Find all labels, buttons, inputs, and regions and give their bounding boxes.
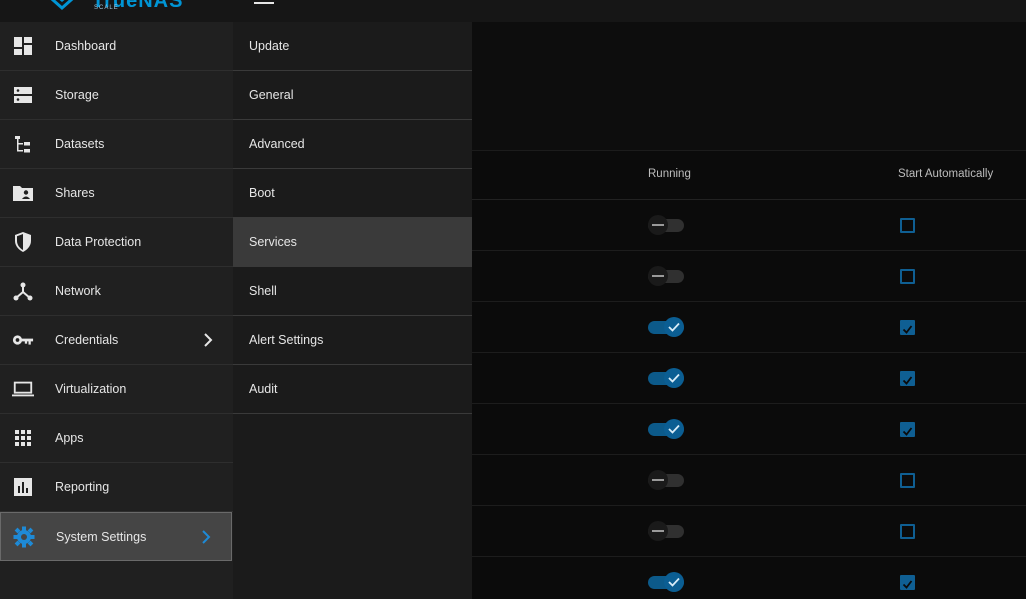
running-toggle[interactable]	[648, 418, 686, 440]
submenu-item-services[interactable]: Services	[233, 218, 472, 267]
services-table-header: Running Start Automatically	[472, 152, 1026, 200]
minus-icon	[652, 224, 664, 226]
start-automatically-checkbox[interactable]	[900, 422, 915, 437]
top-bar: TrueNAS SCALE	[0, 0, 1026, 22]
storage-icon	[12, 84, 34, 106]
key-icon	[12, 329, 34, 351]
table-row	[472, 200, 1026, 251]
hamburger-icon[interactable]	[254, 0, 274, 10]
submenu-item-audit[interactable]: Audit	[233, 365, 472, 414]
logo-subtitle: SCALE	[94, 5, 119, 11]
start-automatically-checkbox[interactable]	[900, 524, 915, 539]
table-row	[472, 251, 1026, 302]
start-automatically-checkbox[interactable]	[900, 320, 915, 335]
table-row	[472, 404, 1026, 455]
check-icon	[902, 325, 913, 334]
running-toggle[interactable]	[648, 367, 686, 389]
sidebar-item-dashboard[interactable]: Dashboard	[0, 22, 233, 71]
submenu-item-label: Shell	[249, 284, 277, 298]
minus-icon	[652, 530, 664, 532]
system-settings-submenu: Update General Advanced Boot Services Sh…	[233, 22, 472, 599]
minus-icon	[652, 479, 664, 481]
chevron-right-icon	[202, 529, 211, 544]
sidebar-item-virtualization[interactable]: Virtualization	[0, 365, 233, 414]
content-header-area	[472, 22, 1026, 151]
sidebar-item-data-protection[interactable]: Data Protection	[0, 218, 233, 267]
submenu-item-general[interactable]: General	[233, 71, 472, 120]
sidebar-item-label: Network	[55, 284, 101, 298]
main-sidebar: Dashboard Storage Datasets Shares Data P…	[0, 22, 233, 599]
check-icon	[902, 427, 913, 436]
table-row	[472, 353, 1026, 404]
submenu-item-label: Services	[249, 235, 297, 249]
running-toggle[interactable]	[648, 520, 686, 542]
apps-grid-icon	[12, 427, 34, 449]
sidebar-item-label: Data Protection	[55, 235, 142, 249]
sidebar-item-label: Datasets	[55, 137, 105, 151]
sidebar-item-storage[interactable]: Storage	[0, 71, 233, 120]
check-icon	[668, 577, 680, 587]
check-icon	[902, 376, 913, 385]
column-header-start-automatically: Start Automatically	[898, 168, 994, 180]
running-toggle[interactable]	[648, 214, 686, 236]
start-automatically-checkbox[interactable]	[900, 371, 915, 386]
reporting-icon	[12, 476, 34, 498]
sidebar-item-label: Shares	[55, 186, 95, 200]
start-automatically-checkbox[interactable]	[900, 269, 915, 284]
sidebar-item-label: Dashboard	[55, 39, 117, 53]
table-row	[472, 506, 1026, 557]
submenu-item-update[interactable]: Update	[233, 22, 472, 71]
table-row	[472, 455, 1026, 506]
submenu-item-label: Boot	[249, 186, 275, 200]
sidebar-item-label: Apps	[55, 431, 84, 445]
chevron-right-icon	[204, 333, 213, 347]
sidebar-item-apps[interactable]: Apps	[0, 414, 233, 463]
sidebar-item-label: System Settings	[56, 529, 147, 544]
sidebar-item-system-settings[interactable]: System Settings	[0, 512, 232, 561]
submenu-item-label: Audit	[249, 382, 278, 396]
sidebar-item-datasets[interactable]: Datasets	[0, 120, 233, 169]
running-toggle[interactable]	[648, 316, 686, 338]
sidebar-item-credentials[interactable]: Credentials	[0, 316, 233, 365]
submenu-item-alert-settings[interactable]: Alert Settings	[233, 316, 472, 365]
running-toggle[interactable]	[648, 265, 686, 287]
minus-icon	[652, 275, 664, 277]
table-row	[472, 302, 1026, 353]
start-automatically-checkbox[interactable]	[900, 473, 915, 488]
submenu-item-label: Alert Settings	[249, 333, 324, 347]
start-automatically-checkbox[interactable]	[900, 575, 915, 590]
running-toggle[interactable]	[648, 469, 686, 491]
sidebar-item-reporting[interactable]: Reporting	[0, 463, 233, 512]
dashboard-icon	[12, 35, 34, 57]
submenu-item-boot[interactable]: Boot	[233, 169, 472, 218]
check-icon	[668, 424, 680, 434]
submenu-item-shell[interactable]: Shell	[233, 267, 472, 316]
table-row	[472, 557, 1026, 599]
sidebar-item-shares[interactable]: Shares	[0, 169, 233, 218]
network-icon	[12, 280, 34, 302]
shares-icon	[12, 182, 34, 204]
check-icon	[668, 322, 680, 332]
sidebar-item-label: Storage	[55, 88, 99, 102]
running-toggle[interactable]	[648, 571, 686, 593]
sidebar-item-label: Virtualization	[55, 382, 127, 396]
check-icon	[668, 373, 680, 383]
sidebar-item-label: Reporting	[55, 480, 110, 494]
laptop-icon	[12, 378, 34, 400]
sidebar-item-label: Credentials	[55, 333, 119, 347]
datasets-icon	[12, 133, 34, 155]
services-content: Running Start Automatically	[472, 22, 1026, 599]
column-header-running: Running	[648, 168, 691, 180]
submenu-item-advanced[interactable]: Advanced	[233, 120, 472, 169]
check-icon	[902, 580, 913, 589]
submenu-item-label: General	[249, 88, 294, 102]
start-automatically-checkbox[interactable]	[900, 218, 915, 233]
gear-icon	[13, 526, 35, 548]
shield-icon	[12, 231, 34, 253]
submenu-item-label: Advanced	[249, 137, 305, 151]
sidebar-item-network[interactable]: Network	[0, 267, 233, 316]
submenu-item-label: Update	[249, 39, 290, 53]
